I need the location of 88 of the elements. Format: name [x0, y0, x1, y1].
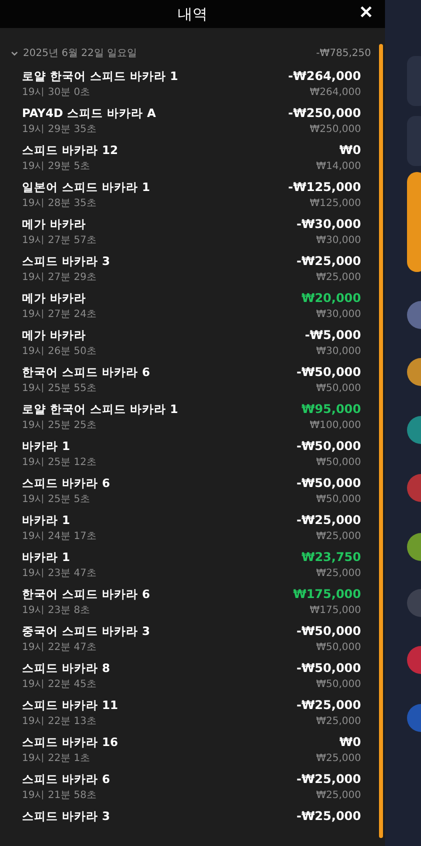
stake-amount: ₩25,000 — [316, 531, 361, 542]
stake-amount: ₩264,000 — [310, 87, 361, 98]
result-amount: ₩23,750 — [301, 550, 361, 564]
stake-amount: ₩25,000 — [316, 716, 361, 727]
stake-amount: ₩30,000 — [316, 346, 361, 357]
bet-time: 19시 21분 58초 — [22, 789, 97, 802]
game-name: 바카라 1 — [22, 439, 70, 454]
game-name: 중국어 스피드 바카라 3 — [22, 624, 150, 639]
window-title: 내역 — [178, 4, 208, 24]
bet-time: 19시 27분 57초 — [22, 234, 97, 247]
game-name: 로얄 한국어 스피드 바카라 1 — [22, 402, 178, 417]
game-name: 메가 바카라 — [22, 217, 86, 232]
result-amount: ₩95,000 — [301, 402, 361, 416]
date-label: 2025년 6월 22일 일요일 — [23, 47, 138, 60]
bet-time: 19시 22분 45초 — [22, 678, 97, 691]
bet-time: 19시 24분 17초 — [22, 530, 97, 543]
result-amount: -₩50,000 — [296, 476, 361, 490]
bet-time: 19시 25분 55초 — [22, 382, 97, 395]
game-name: 바카라 1 — [22, 550, 70, 565]
bet-time: 19시 25분 12초 — [22, 456, 97, 469]
stake-amount: ₩14,000 — [316, 161, 361, 172]
stake-amount: ₩125,000 — [310, 198, 361, 209]
bet-time: 19시 22분 13초 — [22, 715, 97, 728]
result-amount: -₩25,000 — [296, 772, 361, 786]
stake-amount: ₩50,000 — [316, 679, 361, 690]
result-amount: -₩50,000 — [296, 624, 361, 638]
bet-time: 19시 27분 29초 — [22, 271, 97, 284]
result-amount: -₩5,000 — [304, 328, 361, 342]
stake-amount: ₩30,000 — [316, 235, 361, 246]
result-amount: ₩175,000 — [293, 587, 361, 601]
date-total: -₩785,250 — [316, 48, 371, 58]
bet-time: 19시 29분 35초 — [22, 123, 97, 136]
stake-amount: ₩250,000 — [310, 124, 361, 135]
stake-amount: ₩50,000 — [316, 642, 361, 653]
game-name: 일본어 스피드 바카라 1 — [22, 180, 150, 195]
game-name: 메가 바카라 — [22, 328, 86, 343]
stake-amount: ₩25,000 — [316, 790, 361, 801]
game-name: 한국어 스피드 바카라 6 — [22, 587, 150, 602]
bet-time: 19시 25분 25초 — [22, 419, 97, 432]
result-amount: -₩25,000 — [296, 513, 361, 527]
result-amount: -₩50,000 — [296, 661, 361, 675]
stake-amount: ₩50,000 — [316, 494, 361, 505]
game-name: 스피드 바카라 16 — [22, 735, 118, 750]
bet-time: 19시 28분 35초 — [22, 197, 97, 210]
game-name: 메가 바카라 — [22, 291, 86, 306]
result-amount: ₩20,000 — [301, 291, 361, 305]
game-name: 한국어 스피드 바카라 6 — [22, 365, 150, 380]
game-name: 스피드 바카라 6 — [22, 476, 110, 491]
bet-time: 19시 27분 24초 — [22, 308, 97, 321]
bet-time: 19시 30분 0초 — [22, 86, 90, 99]
stake-amount: ₩175,000 — [310, 605, 361, 616]
game-name: 스피드 바카라 3 — [22, 809, 110, 824]
game-name: 스피드 바카라 12 — [22, 143, 118, 158]
stake-amount: ₩25,000 — [316, 753, 361, 764]
bet-time: 19시 29분 5초 — [22, 160, 90, 173]
result-amount: ₩0 — [339, 735, 361, 749]
scrollbar[interactable] — [379, 44, 383, 838]
bet-time: 19시 23분 8초 — [22, 604, 90, 617]
game-name: 바카라 1 — [22, 513, 70, 528]
result-amount: -₩50,000 — [296, 365, 361, 379]
stake-amount: ₩30,000 — [316, 309, 361, 320]
result-amount: -₩264,000 — [288, 69, 361, 83]
game-name: 스피드 바카라 6 — [22, 772, 110, 787]
result-amount: -₩250,000 — [288, 106, 361, 120]
result-amount: -₩25,000 — [296, 254, 361, 268]
game-name: 로얄 한국어 스피드 바카라 1 — [22, 69, 178, 84]
game-name: 스피드 바카라 11 — [22, 698, 118, 713]
result-amount: ₩0 — [339, 143, 361, 157]
bet-time: 19시 22분 1초 — [22, 752, 90, 765]
stake-amount: ₩50,000 — [316, 457, 361, 468]
result-amount: -₩25,000 — [296, 809, 361, 823]
game-name: 스피드 바카라 8 — [22, 661, 110, 676]
result-amount: -₩125,000 — [288, 180, 361, 194]
result-amount: -₩25,000 — [296, 698, 361, 712]
game-name: PAY4D 스피드 바카라 A — [22, 106, 156, 121]
stake-amount: ₩50,000 — [316, 383, 361, 394]
result-amount: -₩30,000 — [296, 217, 361, 231]
stake-amount: ₩25,000 — [316, 568, 361, 579]
stake-amount: ₩25,000 — [316, 272, 361, 283]
result-amount: -₩50,000 — [296, 439, 361, 453]
bet-time: 19시 23분 47초 — [22, 567, 97, 580]
chevron-icon[interactable] — [10, 48, 19, 58]
stake-amount: ₩100,000 — [310, 420, 361, 431]
close-button[interactable]: ✕ — [355, 2, 377, 23]
bet-time: 19시 22분 47초 — [22, 641, 97, 654]
game-name: 스피드 바카라 3 — [22, 254, 110, 269]
bet-time: 19시 25분 5초 — [22, 493, 90, 506]
bet-time: 19시 26분 50초 — [22, 345, 97, 358]
